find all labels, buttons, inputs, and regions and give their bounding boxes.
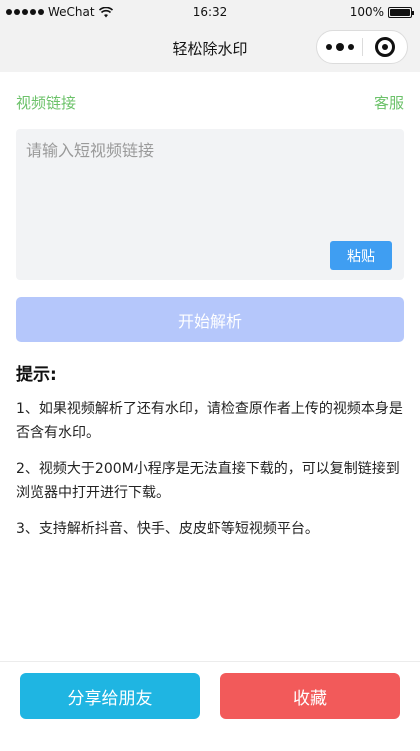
tip-item: 1、如果视频解析了还有水印，请检查原作者上传的视频本身是否含有水印。: [16, 401, 403, 441]
start-parse-button[interactable]: 开始解析: [16, 297, 404, 342]
paste-button[interactable]: 粘贴: [330, 241, 392, 270]
nav-bar: 轻松除水印: [0, 26, 420, 72]
battery-icon: [388, 6, 414, 18]
tip-item: 3、支持解析抖音、快手、皮皮虾等短视频平台。: [16, 521, 319, 537]
status-bar: WeChat 16:32 100%: [0, 0, 420, 26]
bottom-action-bar: 分享给朋友 收藏: [0, 661, 420, 751]
mini-program-capsule: [316, 30, 408, 64]
tips-section: 提示: 1、如果视频解析了还有水印，请检查原作者上传的视频本身是否含有水印。 2…: [16, 360, 408, 553]
link-label-row: 视频链接 客服: [16, 92, 404, 112]
more-options-icon[interactable]: [317, 43, 362, 51]
tip-item: 2、视频大于200M小程序是无法直接下载的，可以复制链接到浏览器中打开进行下载。: [16, 461, 400, 501]
close-mini-program-button[interactable]: [363, 37, 407, 57]
link-input-box: 粘贴: [16, 129, 404, 280]
status-right: 100%: [349, 5, 414, 19]
favorite-button[interactable]: 收藏: [220, 673, 400, 719]
video-link-label: 视频链接: [16, 94, 77, 112]
customer-service-link[interactable]: 客服: [374, 92, 404, 113]
battery-percent: 100%: [349, 5, 384, 19]
tips-title: 提示:: [16, 365, 57, 385]
close-target-icon: [374, 37, 395, 57]
share-to-friend-button[interactable]: 分享给朋友: [20, 673, 200, 719]
